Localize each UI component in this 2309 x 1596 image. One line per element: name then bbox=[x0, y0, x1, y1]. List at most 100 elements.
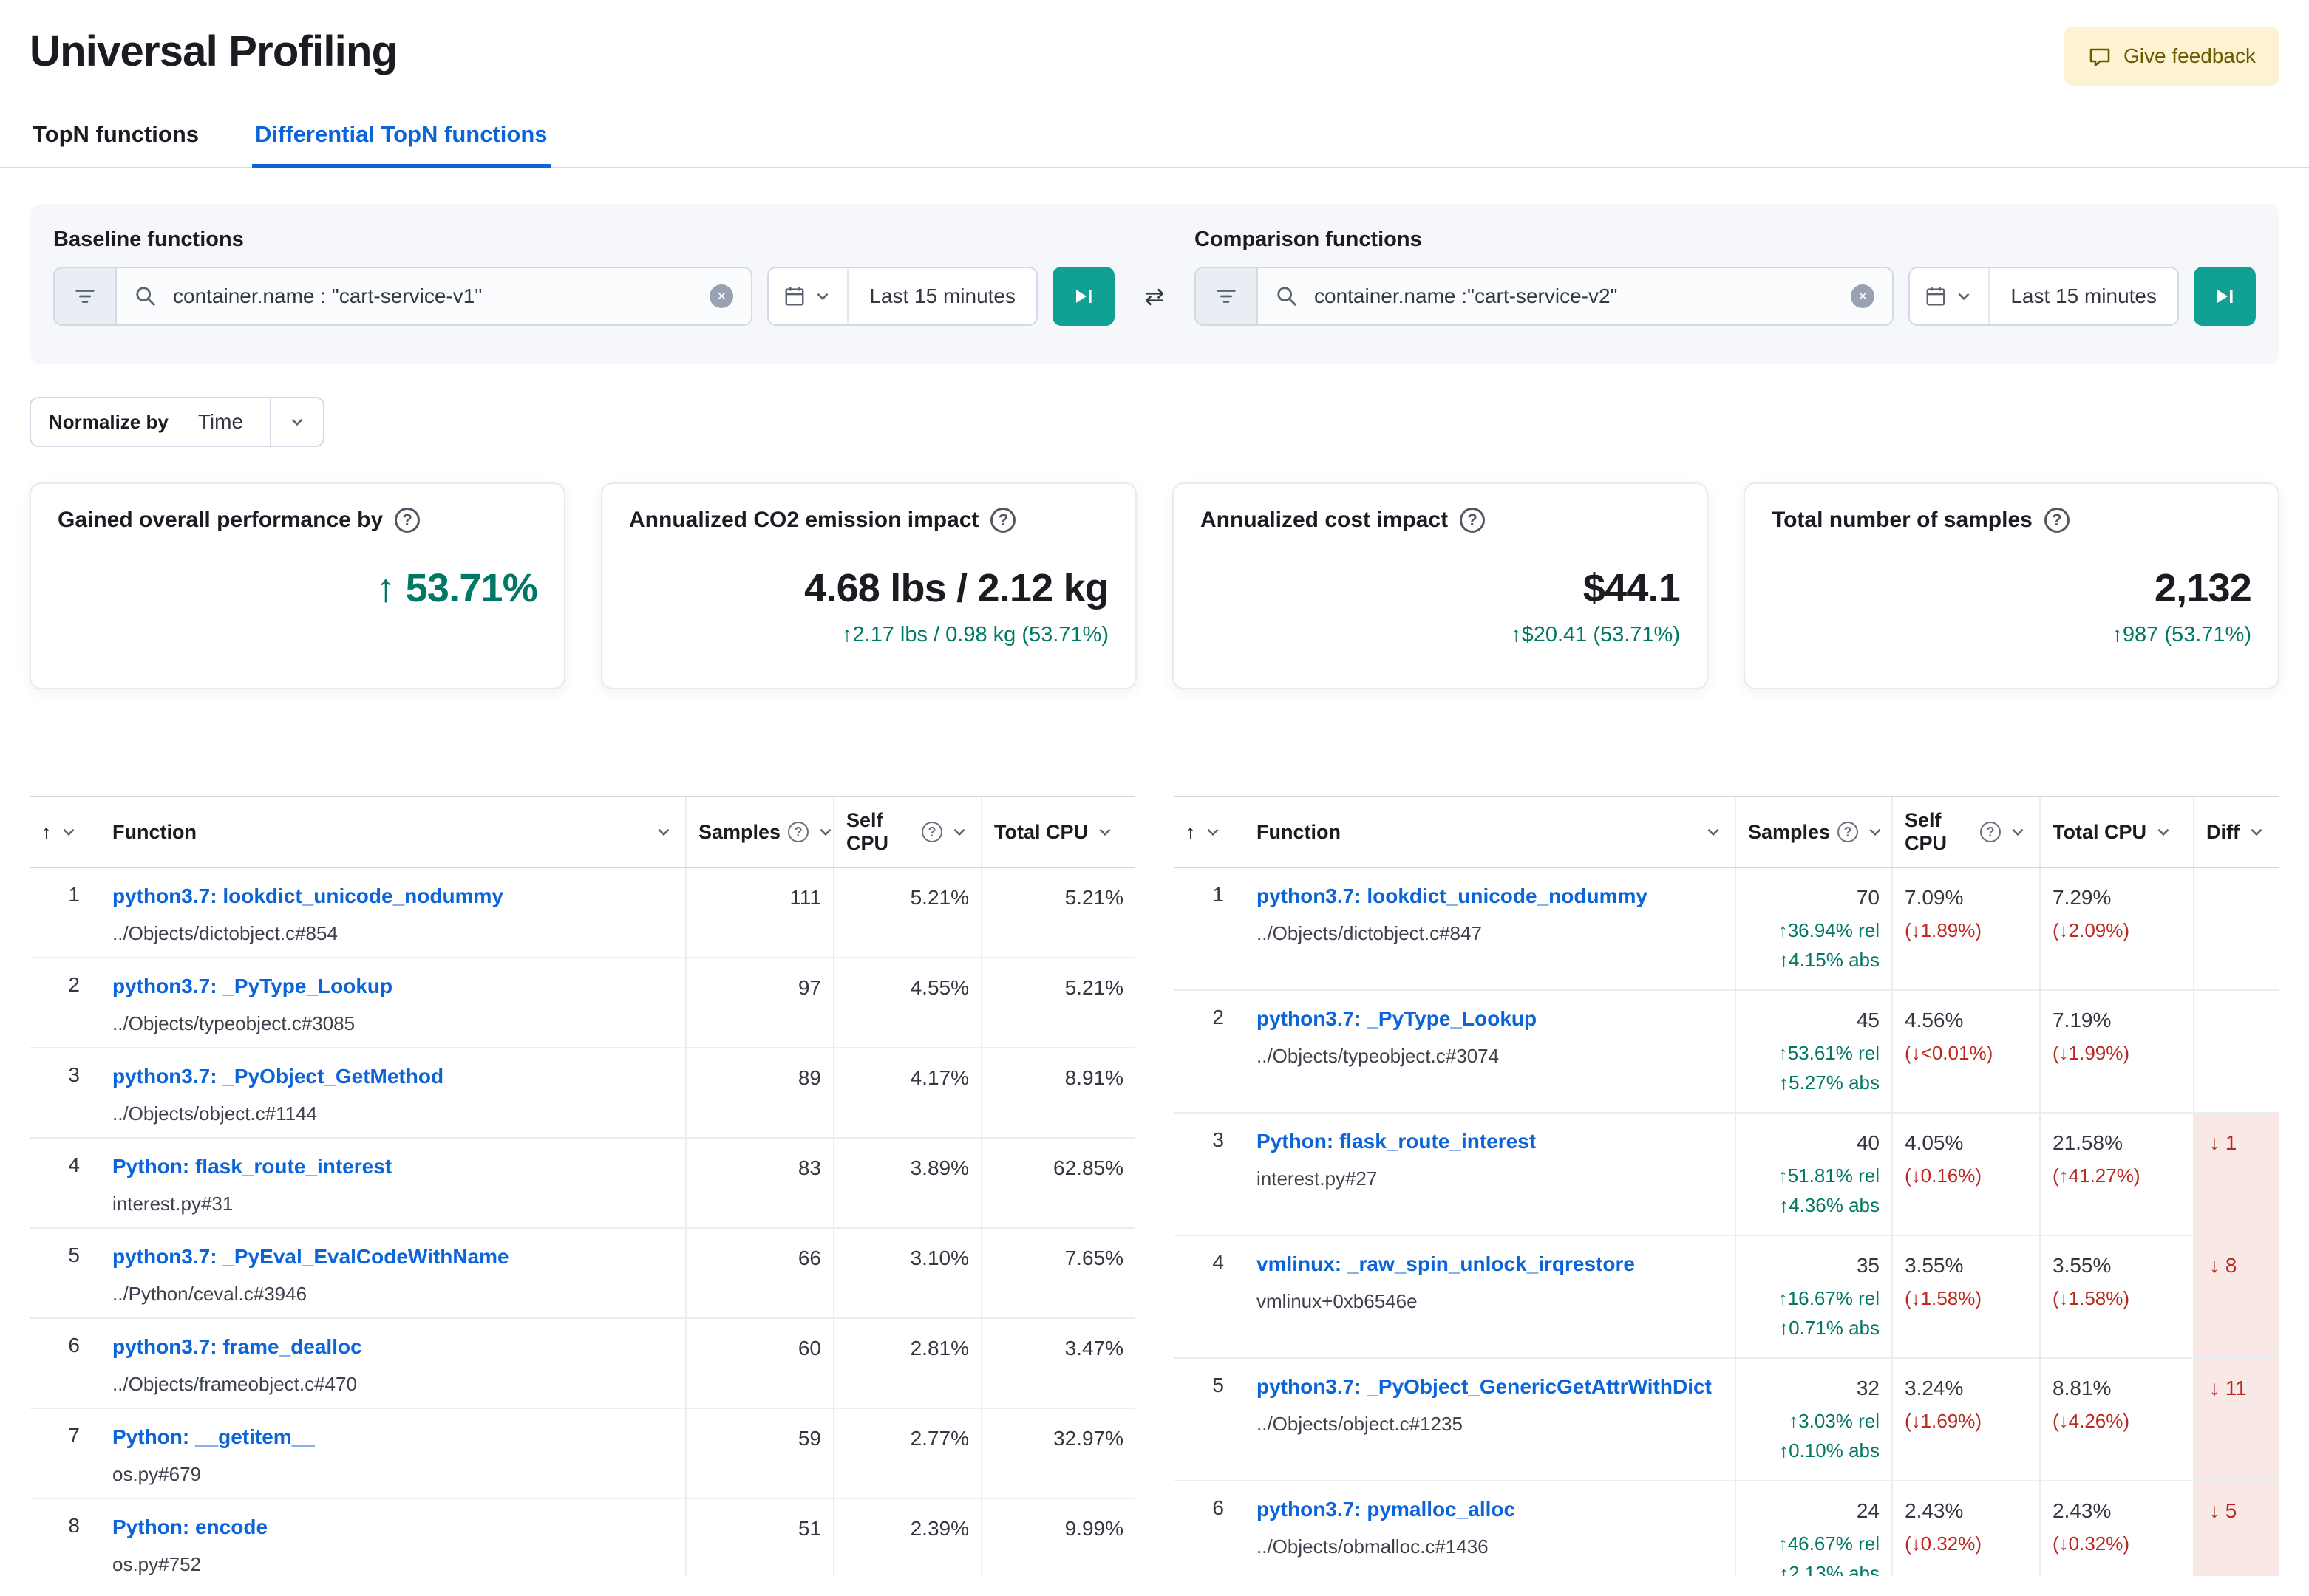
samples-cell: 24 ↑46.67% rel ↑2.13% abs bbox=[1735, 1481, 1892, 1576]
function-source: ../Objects/dictobject.c#854 bbox=[112, 922, 338, 944]
self-cpu-cell: 7.09% (↓1.89%) bbox=[1891, 867, 2040, 991]
calendar-dropdown-button[interactable] bbox=[769, 268, 849, 324]
function-link[interactable]: python3.7: _PyEval_EvalCodeWithName bbox=[112, 1244, 673, 1270]
table-row: 8 Python: encode os.py#752 51 2.39% 9.99… bbox=[30, 1498, 1135, 1576]
function-cell: Python: flask_route_interest interest.py… bbox=[101, 1138, 686, 1229]
tab-bar: TopN functions Differential TopN functio… bbox=[0, 106, 2309, 168]
column-header-self-cpu[interactable]: Self CPU ? bbox=[833, 796, 982, 868]
function-cell: python3.7: pymalloc_alloc ../Objects/obm… bbox=[1245, 1481, 1735, 1576]
function-link[interactable]: python3.7: _PyType_Lookup bbox=[1256, 1006, 1723, 1032]
samples-cell: 45 ↑53.61% rel ↑5.27% abs bbox=[1735, 990, 1892, 1114]
function-link[interactable]: python3.7: _PyType_Lookup bbox=[112, 973, 673, 1000]
column-header-diff[interactable]: Diff bbox=[2193, 796, 2279, 868]
comparison-query-input[interactable] bbox=[1311, 283, 1838, 310]
card-title: Annualized CO2 emission impact bbox=[629, 508, 979, 532]
summary-card: Annualized cost impact ? $44.1 ↑$20.41 (… bbox=[1172, 482, 1708, 689]
chevron-down-icon bbox=[2157, 828, 2169, 836]
rank-diff-cell bbox=[2193, 867, 2279, 991]
swap-baseline-comparison-button[interactable]: ⇄ bbox=[1129, 267, 1180, 326]
question-icon[interactable]: ? bbox=[990, 508, 1016, 533]
baseline-table-scroll[interactable]: ↑ Function Samples ? Self CPU ? Total CP… bbox=[30, 796, 1135, 1576]
column-header-rank[interactable]: ↑ bbox=[1174, 796, 1245, 868]
baseline-time-range-button[interactable]: Last 15 minutes bbox=[849, 268, 1036, 324]
function-source: ../Objects/frameobject.c#470 bbox=[112, 1373, 357, 1395]
column-header-function[interactable]: Function bbox=[101, 796, 686, 868]
function-cell: python3.7: _PyObject_GetMethod ../Object… bbox=[101, 1048, 686, 1139]
page-title: Universal Profiling bbox=[30, 27, 398, 75]
total-cpu-cell: 8.91% bbox=[981, 1048, 1135, 1139]
baseline-date-picker: Last 15 minutes bbox=[767, 267, 1038, 326]
function-link[interactable]: Python: flask_route_interest bbox=[112, 1153, 673, 1180]
clear-query-icon[interactable]: × bbox=[1851, 284, 1875, 308]
filter-button[interactable] bbox=[53, 267, 115, 326]
column-header-total-cpu[interactable]: Total CPU bbox=[2039, 796, 2194, 868]
comparison-apply-button[interactable] bbox=[2194, 267, 2256, 326]
samples-absolute-change: ↑4.15% abs bbox=[1779, 949, 1880, 971]
summary-cards: Gained overall performance by ? ↑ 53.71%… bbox=[30, 482, 2279, 689]
function-link[interactable]: Python: __getitem__ bbox=[112, 1424, 673, 1450]
column-header-samples[interactable]: Samples ? bbox=[685, 796, 834, 868]
tab-differential-topn-functions[interactable]: Differential TopN functions bbox=[252, 106, 551, 168]
info-icon[interactable]: ? bbox=[1980, 822, 2001, 842]
comparison-functions-table: ↑ Function Samples ? Self CPU ? Total CP… bbox=[1174, 796, 2279, 1576]
self-cpu-cell: 2.81% bbox=[833, 1318, 982, 1409]
normalize-by-dropdown-button[interactable] bbox=[270, 398, 323, 446]
rank-cell: 3 bbox=[30, 1048, 101, 1139]
samples-value: 45 bbox=[1856, 1009, 1880, 1031]
normalize-by-value[interactable]: Time bbox=[186, 398, 270, 446]
column-header-total-cpu[interactable]: Total CPU bbox=[981, 796, 1135, 868]
question-icon[interactable]: ? bbox=[395, 508, 421, 533]
self-cpu-value: 7.09% bbox=[1905, 886, 1964, 909]
function-link[interactable]: Python: encode bbox=[112, 1514, 673, 1541]
samples-relative-change: ↑3.03% rel bbox=[1789, 1410, 1880, 1432]
info-icon[interactable]: ? bbox=[788, 822, 809, 842]
function-link[interactable]: python3.7: _PyObject_GenericGetAttrWithD… bbox=[1256, 1374, 1723, 1400]
self-cpu-value: 3.55% bbox=[1905, 1254, 1964, 1277]
function-link[interactable]: vmlinux: _raw_spin_unlock_irqrestore bbox=[1256, 1251, 1723, 1278]
comparison-table-scroll[interactable]: ↑ Function Samples ? Self CPU ? Total CP… bbox=[1174, 796, 2279, 1576]
samples-cell: 60 bbox=[685, 1318, 834, 1409]
function-link[interactable]: Python: flask_route_interest bbox=[1256, 1128, 1723, 1155]
info-icon[interactable]: ? bbox=[1837, 822, 1859, 842]
self-cpu-diff: (↓1.89%) bbox=[1905, 919, 1982, 941]
samples-relative-change: ↑36.94% rel bbox=[1778, 919, 1880, 941]
function-link[interactable]: python3.7: frame_dealloc bbox=[112, 1334, 673, 1360]
question-icon[interactable]: ? bbox=[1460, 508, 1486, 533]
self-cpu-cell: 2.39% bbox=[833, 1498, 982, 1576]
info-icon[interactable]: ? bbox=[922, 822, 942, 842]
rank-cell: 5 bbox=[1174, 1358, 1245, 1481]
function-source: ../Objects/typeobject.c#3074 bbox=[1256, 1045, 1500, 1067]
function-cell: python3.7: _PyType_Lookup ../Objects/typ… bbox=[1245, 990, 1735, 1114]
function-link[interactable]: python3.7: lookdict_unicode_nodummy bbox=[1256, 883, 1723, 910]
baseline-apply-button[interactable] bbox=[1053, 267, 1115, 326]
calendar-dropdown-button[interactable] bbox=[1910, 268, 1990, 324]
column-header-self-cpu[interactable]: Self CPU ? bbox=[1891, 796, 2040, 868]
self-cpu-cell: 2.43% (↓0.32%) bbox=[1891, 1481, 2040, 1576]
self-cpu-cell: 4.05% (↓0.16%) bbox=[1891, 1113, 2040, 1236]
question-icon[interactable]: ? bbox=[2044, 508, 2070, 533]
function-link[interactable]: python3.7: lookdict_unicode_nodummy bbox=[112, 883, 673, 910]
column-header-function[interactable]: Function bbox=[1245, 796, 1735, 868]
table-row: 6 python3.7: frame_dealloc ../Objects/fr… bbox=[30, 1318, 1135, 1409]
function-source: ../Objects/object.c#1144 bbox=[112, 1102, 318, 1125]
function-source: ../Objects/object.c#1235 bbox=[1256, 1413, 1463, 1435]
samples-cell: 66 bbox=[685, 1228, 834, 1319]
function-link[interactable]: python3.7: _PyObject_GetMethod bbox=[112, 1063, 673, 1090]
comparison-query-bar: × bbox=[1194, 267, 1894, 326]
clear-query-icon[interactable]: × bbox=[710, 284, 734, 308]
column-header-samples[interactable]: Samples ? bbox=[1735, 796, 1892, 868]
column-header-rank[interactable]: ↑ bbox=[30, 796, 101, 868]
baseline-query-input[interactable] bbox=[170, 283, 697, 310]
chevron-down-icon bbox=[658, 828, 670, 836]
card-title: Annualized cost impact bbox=[1200, 508, 1449, 532]
chevron-down-icon bbox=[953, 828, 965, 836]
comparison-time-range-button[interactable]: Last 15 minutes bbox=[1990, 268, 2177, 324]
tab-topn-functions[interactable]: TopN functions bbox=[30, 106, 202, 168]
give-feedback-button[interactable]: Give feedback bbox=[2064, 27, 2279, 86]
search-panel: Baseline functions × bbox=[30, 204, 2279, 364]
self-cpu-cell: 3.55% (↓1.58%) bbox=[1891, 1235, 2040, 1359]
function-cell: python3.7: frame_dealloc ../Objects/fram… bbox=[101, 1318, 686, 1409]
card-subvalue: ↑2.17 lbs / 0.98 kg (53.71%) bbox=[841, 623, 1109, 647]
function-link[interactable]: python3.7: pymalloc_alloc bbox=[1256, 1496, 1723, 1523]
filter-button[interactable] bbox=[1194, 267, 1256, 326]
